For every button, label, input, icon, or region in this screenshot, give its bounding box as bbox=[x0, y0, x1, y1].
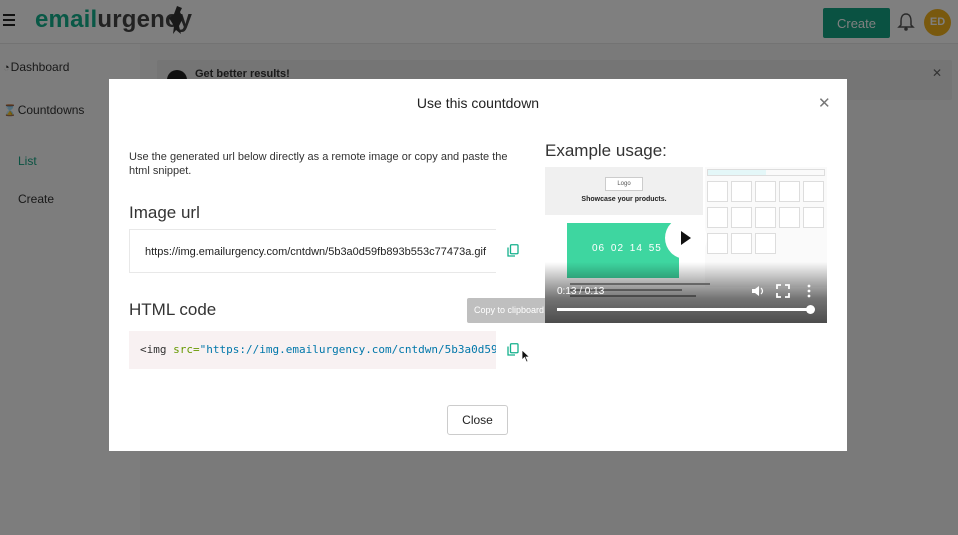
copy-icon[interactable] bbox=[507, 343, 519, 356]
video-block bbox=[707, 207, 728, 228]
video-block bbox=[755, 207, 776, 228]
copy-icon[interactable] bbox=[507, 244, 519, 257]
play-icon bbox=[681, 231, 691, 245]
video-countdown-digits: 06 02 14 55 bbox=[592, 243, 662, 254]
video-showcase-text: Showcase your products. bbox=[581, 196, 667, 203]
modal-title: Use this countdown bbox=[416, 95, 540, 111]
video-block bbox=[707, 181, 728, 202]
more-options-icon[interactable] bbox=[802, 284, 816, 298]
fullscreen-icon[interactable] bbox=[776, 284, 790, 298]
video-email-preview: Logo Showcase your products. bbox=[545, 167, 703, 215]
image-url-heading: Image url bbox=[129, 203, 200, 222]
copy-tooltip: Copy to clipboard bbox=[467, 298, 551, 323]
video-logo-placeholder: Logo bbox=[605, 177, 643, 191]
code-attr: src= bbox=[173, 343, 200, 356]
use-countdown-modal: Use this countdown ✕ Use the generated u… bbox=[109, 79, 847, 451]
video-block bbox=[731, 207, 752, 228]
image-url-field[interactable]: https://img.emailurgency.com/cntdwn/5b3a… bbox=[129, 229, 496, 273]
cursor-icon bbox=[521, 349, 531, 363]
html-code-field[interactable]: <img src="https://img.emailurgency.com/c… bbox=[129, 331, 496, 369]
video-block bbox=[803, 181, 824, 202]
html-code-heading: HTML code bbox=[129, 300, 217, 319]
play-button[interactable] bbox=[665, 217, 707, 259]
video-block bbox=[803, 207, 824, 228]
video-block bbox=[779, 207, 800, 228]
code-value: "https://img.emailurgency.com/cntdwn/5b3… bbox=[199, 343, 496, 356]
volume-icon[interactable] bbox=[751, 284, 765, 298]
video-block bbox=[779, 181, 800, 202]
video-progress-bar[interactable] bbox=[557, 308, 810, 311]
video-block bbox=[731, 181, 752, 202]
video-time: 0:13 / 0:13 bbox=[557, 286, 605, 297]
code-tag: <img bbox=[140, 343, 167, 356]
video-progress-handle[interactable] bbox=[806, 305, 815, 314]
close-icon[interactable]: ✕ bbox=[818, 94, 831, 112]
video-block bbox=[707, 233, 728, 254]
example-video[interactable]: Logo Showcase your products. 06 02 14 55 bbox=[545, 167, 827, 323]
video-block bbox=[731, 233, 752, 254]
close-button[interactable]: Close bbox=[447, 405, 508, 435]
video-block bbox=[755, 233, 776, 254]
intro-text: Use the generated url below directly as … bbox=[129, 151, 508, 177]
video-block bbox=[755, 181, 776, 202]
example-usage-heading: Example usage: bbox=[545, 141, 667, 160]
video-editor-tabs bbox=[707, 169, 825, 176]
